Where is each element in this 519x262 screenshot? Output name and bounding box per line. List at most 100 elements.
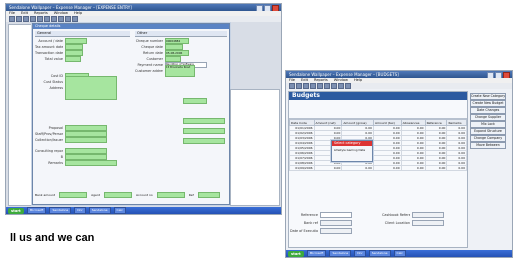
cheque-details-dialog: Cheque details General Account / date Ta… xyxy=(32,23,230,205)
account-no-input[interactable] xyxy=(156,192,185,198)
find-icon[interactable] xyxy=(65,16,71,22)
bottom-fields: Proposal Staff/Prov/Person Collection/Is… xyxy=(35,124,130,166)
help-icon[interactable] xyxy=(72,16,78,22)
extra-right-boxes xyxy=(183,98,225,144)
right-taskbar: start Microsoft Sendalone Dnr Sendalone … xyxy=(286,250,512,257)
extra-input[interactable] xyxy=(183,98,207,104)
field-label: Consulting report xyxy=(35,148,63,153)
print-icon[interactable] xyxy=(310,83,316,89)
field-label: Date of Execution xyxy=(290,228,318,233)
bank-ref-input[interactable] xyxy=(320,219,352,226)
left-toolbar xyxy=(6,16,281,22)
field-label: Tax amount date xyxy=(35,44,63,49)
popup-item[interactable]: Lifestyle Gaming Data xyxy=(332,146,372,154)
table-cell: 0.00 xyxy=(400,165,426,171)
table-cell: 0.00 xyxy=(446,165,467,171)
total-value-input[interactable] xyxy=(65,55,81,62)
right-toolbar xyxy=(286,83,512,89)
other-section-header: Other xyxy=(135,31,227,37)
left-right-panel xyxy=(230,89,280,206)
cut-icon[interactable] xyxy=(37,16,43,22)
table-cell: 0.00 xyxy=(424,165,448,171)
start-button[interactable]: start xyxy=(288,250,304,257)
bank-amount-input[interactable] xyxy=(59,192,88,198)
field-label: Cheque number xyxy=(135,38,163,43)
taskbar-item[interactable]: Microsoft xyxy=(306,250,327,257)
cashbook-reference-input[interactable] xyxy=(412,211,444,218)
taskbar-item[interactable]: Sendalone xyxy=(329,250,352,257)
save-icon[interactable] xyxy=(23,16,29,22)
field-label: Address xyxy=(49,85,63,90)
dialog-footer-row: Bank amount Agent Account no Ref xyxy=(35,192,227,198)
table-row[interactable]: 01/09/2006 0.00 0.00 0.00 0.00 0.00 0.00 xyxy=(289,165,467,171)
move-between-button[interactable]: Move Between xyxy=(470,142,506,149)
taskbar-item[interactable]: Dnr xyxy=(354,250,366,257)
client-location-input[interactable] xyxy=(412,219,444,226)
date-of-execution-input[interactable] xyxy=(320,227,352,234)
left-taskbar: start Microsoft Sendalone Dnr Sendalone … xyxy=(6,207,281,214)
change-company-button[interactable]: Change Company xyxy=(470,135,506,142)
remarks-input[interactable] xyxy=(65,159,117,166)
right-footer-fields: Reference Cashbook Reference Bank ref Cl… xyxy=(290,211,468,234)
field-label: Remarks xyxy=(48,160,63,165)
expand-structure-button[interactable]: Expand Structure xyxy=(470,128,506,135)
extra-input[interactable] xyxy=(183,128,225,134)
copy-icon[interactable] xyxy=(324,83,330,89)
save-icon[interactable] xyxy=(303,83,309,89)
field-label: Cust Status xyxy=(43,79,64,84)
new-icon[interactable] xyxy=(9,16,15,22)
table-cell: 0.00 xyxy=(313,165,343,171)
taskbar-item[interactable]: Microsoft xyxy=(26,207,47,214)
budgets-heading: Budgets xyxy=(289,92,467,100)
field-label: B xyxy=(60,154,63,159)
customer-address-input[interactable]: 15 Brookside Road xyxy=(165,64,195,77)
caption-text: ll us and we can xyxy=(10,232,95,244)
date-changes-button[interactable]: Date Changes xyxy=(470,107,506,114)
cut-icon[interactable] xyxy=(317,83,323,89)
taskbar-item[interactable]: Calc xyxy=(393,250,406,257)
field-label: Bank ref xyxy=(303,220,318,225)
ref-input[interactable] xyxy=(197,192,220,198)
footer-label: Agent xyxy=(91,193,100,197)
taskbar-item[interactable]: Sendalone xyxy=(49,207,72,214)
copy-icon[interactable] xyxy=(44,16,50,22)
field-label: Cheque date xyxy=(141,44,163,49)
left-navigation-panel xyxy=(8,24,32,206)
taskbar-item[interactable]: Calc xyxy=(113,207,126,214)
address-input[interactable] xyxy=(65,75,117,100)
field-label: Collection/Issuer xyxy=(35,137,63,142)
field-label: Reference xyxy=(300,212,318,217)
create-new-category-button[interactable]: Create New Category xyxy=(470,93,506,100)
open-icon[interactable] xyxy=(16,16,22,22)
mix-lock-button[interactable]: Mix Lock xyxy=(470,121,506,128)
reference-input[interactable] xyxy=(320,211,352,218)
budget-table: Date Code Amount (net) Amount (gross) Am… xyxy=(289,119,467,171)
print-icon[interactable] xyxy=(30,16,36,22)
select-category-popup: Select category Lifestyle Gaming Data xyxy=(331,140,373,162)
dialog-title: Cheque details xyxy=(33,24,229,29)
taskbar-item[interactable]: Sendalone xyxy=(368,250,391,257)
paste-icon[interactable] xyxy=(331,83,337,89)
table-cell: 01/09/2006 xyxy=(289,165,315,171)
taskbar-item[interactable]: Sendalone xyxy=(88,207,111,214)
paste-icon[interactable] xyxy=(51,16,57,22)
field-label: Staff/Prov/Person xyxy=(35,131,63,136)
right-title-bar: Sendalone Wallpaper – Expense Manager – … xyxy=(286,71,512,79)
collection-input[interactable] xyxy=(65,136,107,143)
open-icon[interactable] xyxy=(296,83,302,89)
field-label: Payment name xyxy=(137,62,163,67)
new-icon[interactable] xyxy=(289,83,295,89)
window-title: Sendalone Wallpaper – Expense Manager – … xyxy=(9,5,132,10)
find-icon[interactable] xyxy=(345,83,351,89)
agent-input[interactable] xyxy=(103,192,132,198)
field-label: Cost ID xyxy=(50,73,63,78)
start-button[interactable]: start xyxy=(8,207,24,214)
footer-label: Ref xyxy=(188,193,194,197)
change-supplier-button[interactable]: Change Supplier xyxy=(470,114,506,121)
extra-input[interactable] xyxy=(183,138,225,144)
undo-icon[interactable] xyxy=(338,83,344,89)
create-new-budget-button[interactable]: Create New Budget xyxy=(470,100,506,107)
extra-input[interactable] xyxy=(183,118,225,124)
taskbar-item[interactable]: Dnr xyxy=(74,207,86,214)
undo-icon[interactable] xyxy=(58,16,64,22)
